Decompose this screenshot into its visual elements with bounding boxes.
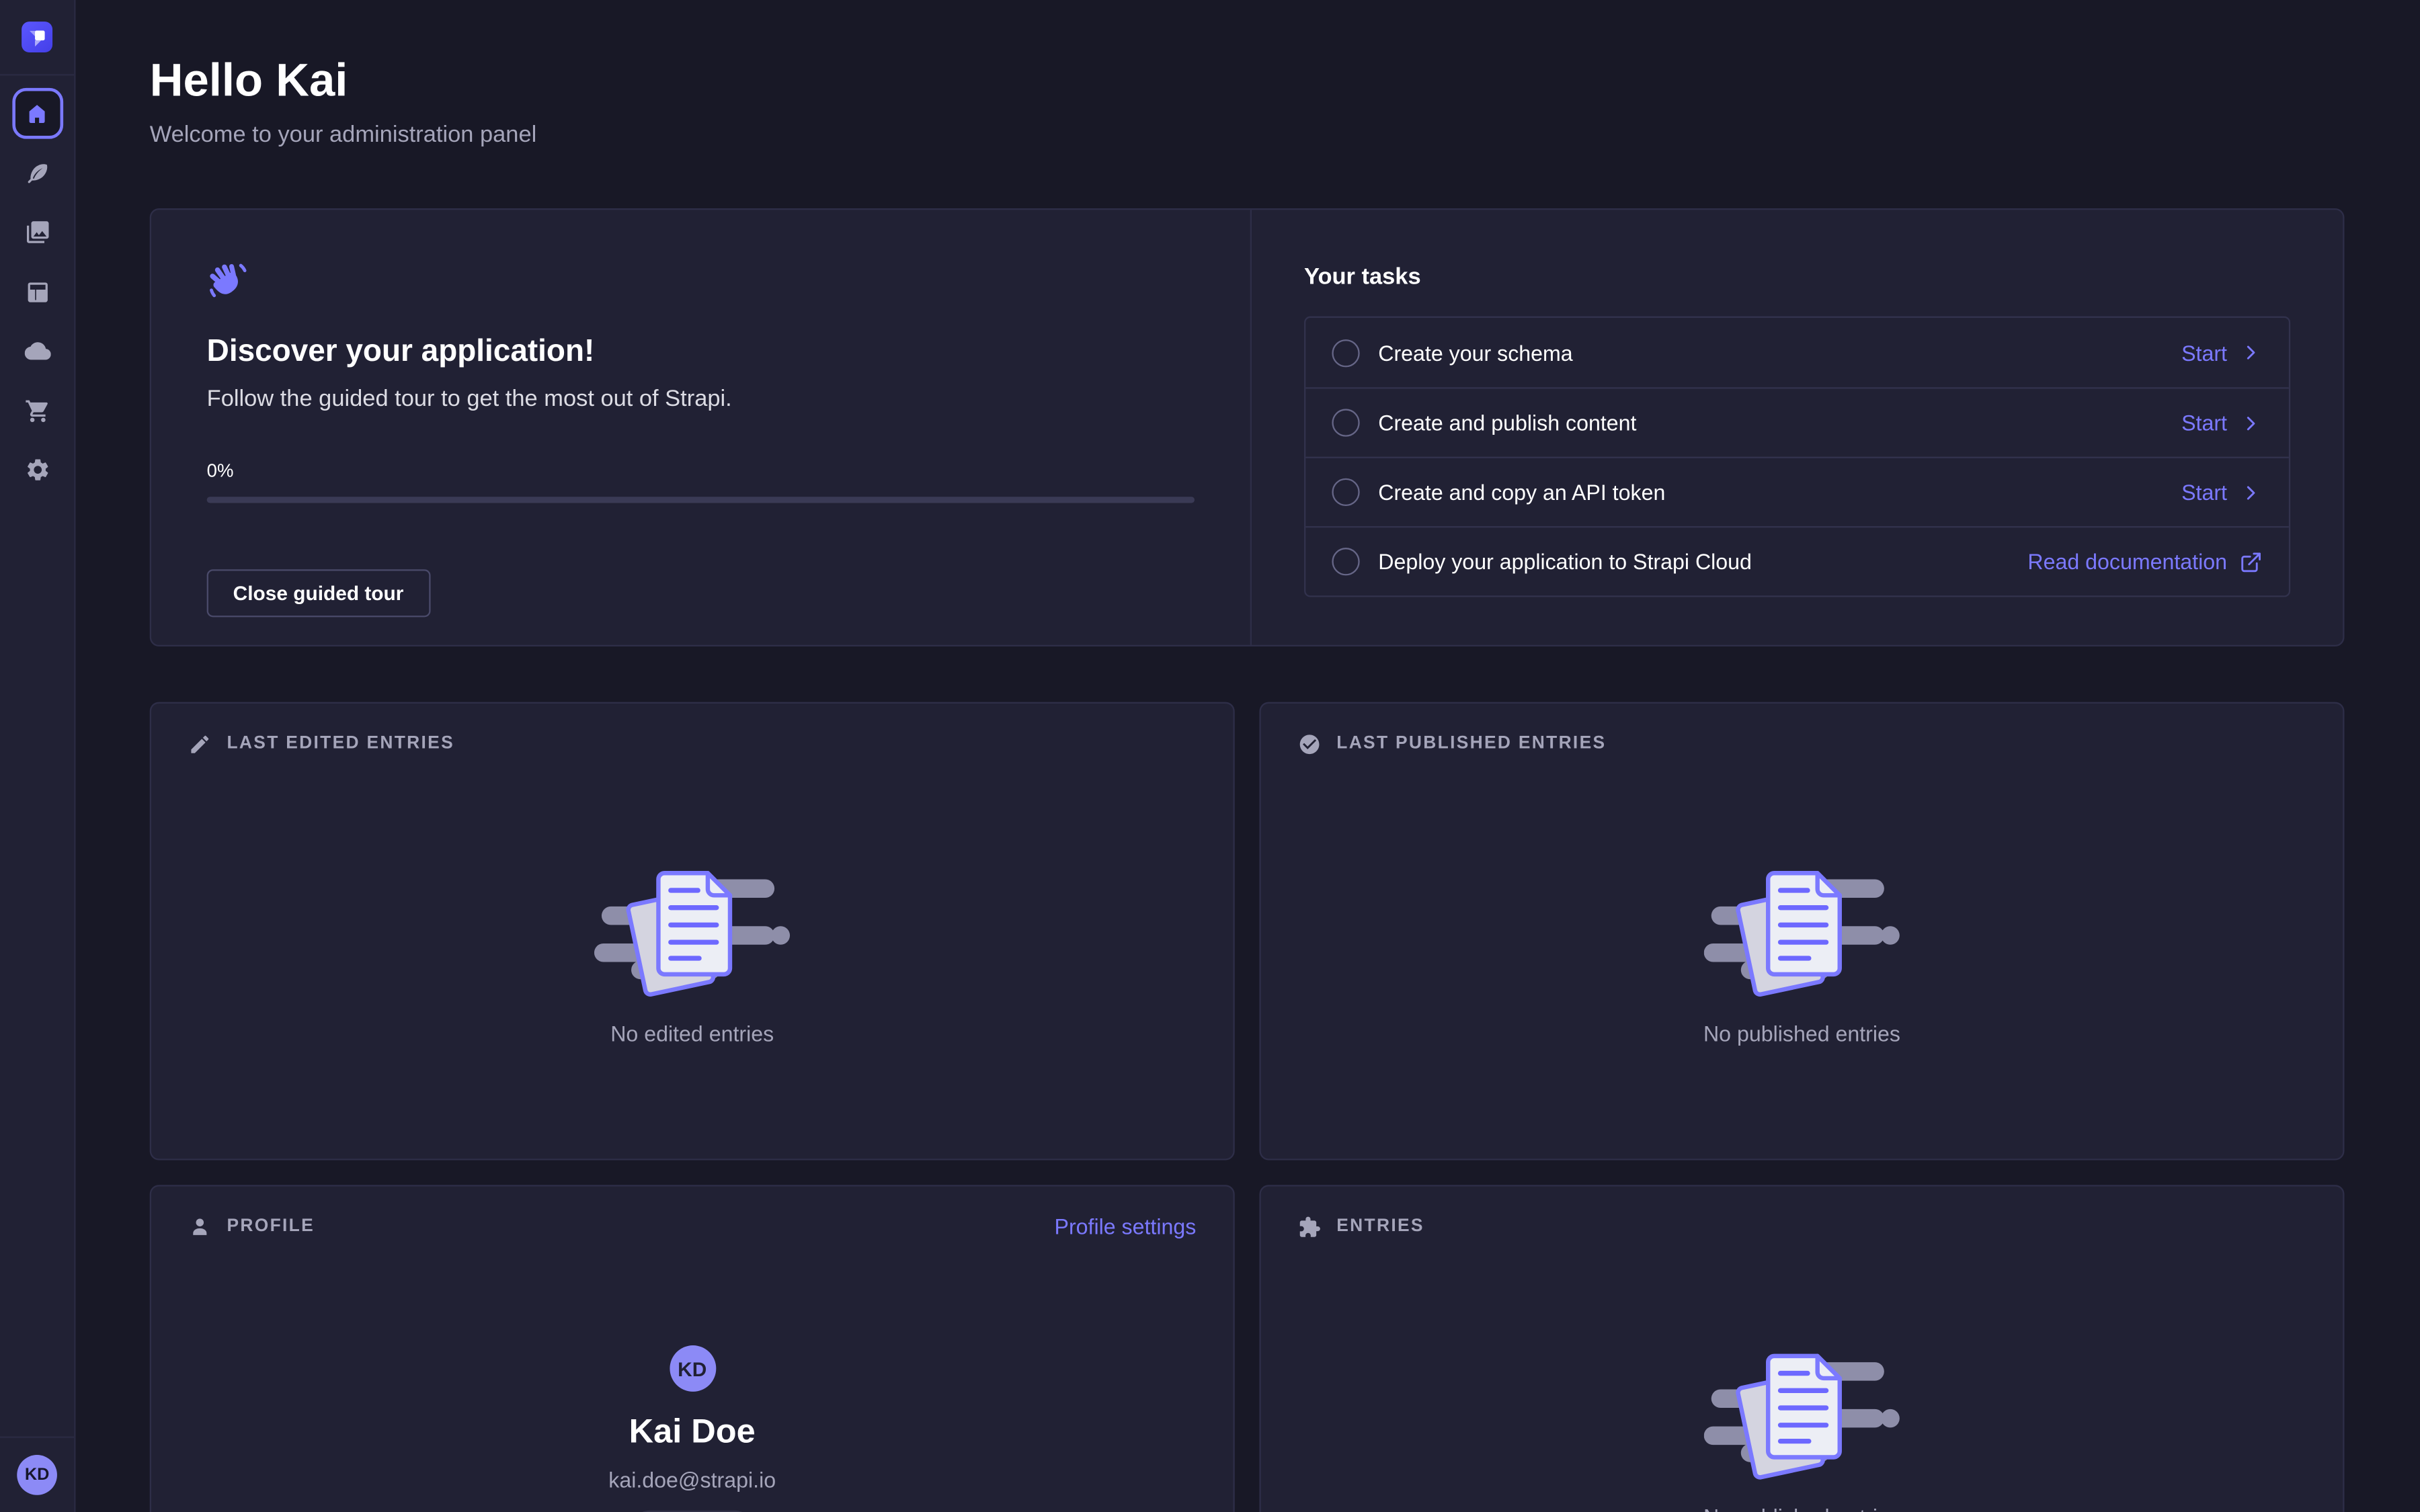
profile-name: Kai Doe xyxy=(188,1412,1196,1452)
cart-icon xyxy=(24,397,50,423)
empty-documents-illustration xyxy=(1703,1339,1901,1489)
media-library-icon xyxy=(24,219,50,245)
profile-email: kai.doe@strapi.io xyxy=(188,1467,1196,1492)
tasks-list: Create your schema Start Create and publ… xyxy=(1304,317,2290,597)
profile-widget: PROFILE Profile settings KD Kai Doe kai.… xyxy=(150,1185,1235,1512)
strapi-logo[interactable] xyxy=(22,22,52,52)
task-read-documentation-link[interactable]: Read documentation xyxy=(2027,549,2262,574)
your-tasks-title: Your tasks xyxy=(1304,264,2290,290)
guided-tour-title: Discover your application! xyxy=(207,335,1195,370)
task-start-link[interactable]: Start xyxy=(2181,411,2263,435)
task-row[interactable]: Create your schema Start xyxy=(1305,318,2289,387)
empty-state: No edited entries xyxy=(188,856,1196,1046)
empty-state-caption: No published entries xyxy=(1298,1505,2306,1512)
profile-body: KD Kai Doe kai.doe@strapi.io xyxy=(188,1345,1196,1512)
task-row[interactable]: Deploy your application to Strapi Cloud … xyxy=(1305,526,2289,595)
sidebar-item-home[interactable] xyxy=(11,88,63,139)
page-title: Hello Kai xyxy=(150,56,2345,108)
task-row[interactable]: Create and publish content Start xyxy=(1305,387,2289,456)
close-guided-tour-button[interactable]: Close guided tour xyxy=(207,569,430,617)
your-tasks-panel: Your tasks Create your schema Start Crea… xyxy=(1252,210,2343,644)
task-action-label: Start xyxy=(2181,411,2227,435)
profile-settings-link[interactable]: Profile settings xyxy=(1055,1214,1197,1239)
sidebar-user-avatar[interactable]: KD xyxy=(17,1455,57,1495)
sidebar-item-content-type-builder[interactable] xyxy=(11,266,63,317)
widget-header: ENTRIES xyxy=(1298,1211,2306,1242)
task-action-label: Read documentation xyxy=(2027,549,2227,574)
guided-tour-panel: Discover your application! Follow the gu… xyxy=(151,210,1250,644)
external-link-icon xyxy=(2239,550,2262,573)
widget-header: PROFILE Profile settings xyxy=(188,1211,1196,1242)
sidebar-item-settings[interactable] xyxy=(11,444,63,495)
puzzle-icon xyxy=(1298,1215,1321,1238)
guided-tour-subtitle: Follow the guided tour to get the most o… xyxy=(207,386,1195,412)
waving-hand-icon xyxy=(207,261,249,302)
task-action-label: Start xyxy=(2181,480,2227,505)
task-label: Create and copy an API token xyxy=(1378,480,2181,505)
strapi-admin-dashboard: KD Hello Kai Welcome to your administrat… xyxy=(0,0,2420,1512)
sidebar-item-content-manager[interactable] xyxy=(11,147,63,198)
widget-title: ENTRIES xyxy=(1336,1217,1424,1236)
sidebar-user-section: KD xyxy=(0,1437,74,1512)
home-icon xyxy=(25,101,50,126)
pencil-icon xyxy=(188,732,211,755)
main-content: Hello Kai Welcome to your administration… xyxy=(76,0,2420,1512)
task-status-circle[interactable] xyxy=(1332,409,1359,436)
widgets-row-2: PROFILE Profile settings KD Kai Doe kai.… xyxy=(150,1185,2345,1512)
widget-title: PROFILE xyxy=(227,1217,315,1236)
task-status-circle[interactable] xyxy=(1332,339,1359,366)
task-label: Deploy your application to Strapi Cloud xyxy=(1378,549,2027,574)
task-row[interactable]: Create and copy an API token Start xyxy=(1305,457,2289,526)
empty-state: No published entries xyxy=(1298,856,2306,1046)
progress-label: 0% xyxy=(207,460,1195,481)
sidebar: KD xyxy=(0,0,76,1512)
task-action-label: Start xyxy=(2181,340,2227,365)
task-start-link[interactable]: Start xyxy=(2181,480,2263,505)
sidebar-item-marketplace[interactable] xyxy=(11,385,63,436)
sidebar-logo-section xyxy=(0,0,74,76)
task-status-circle[interactable] xyxy=(1332,548,1359,575)
chevron-right-icon xyxy=(2239,480,2262,503)
profile-avatar: KD xyxy=(669,1345,715,1392)
task-status-circle[interactable] xyxy=(1332,478,1359,506)
sidebar-item-media-library[interactable] xyxy=(11,207,63,258)
sidebar-item-cloud[interactable] xyxy=(11,325,63,376)
task-label: Create and publish content xyxy=(1378,411,2181,435)
entries-widget: ENTRIES No published entries xyxy=(1259,1185,2344,1512)
user-icon xyxy=(188,1215,211,1238)
task-label: Create your schema xyxy=(1378,340,2181,365)
page-subtitle: Welcome to your administration panel xyxy=(150,122,2345,148)
chevron-right-icon xyxy=(2239,411,2262,434)
chevron-right-icon xyxy=(2239,341,2262,364)
widget-header: LAST PUBLISHED ENTRIES xyxy=(1298,728,2306,759)
widgets-row-1: LAST EDITED ENTRIES No edited entries LA… xyxy=(150,702,2345,1161)
cloud-icon xyxy=(24,338,50,364)
empty-state-caption: No published entries xyxy=(1298,1021,2306,1046)
empty-documents-illustration xyxy=(1703,856,1901,1006)
layout-icon xyxy=(24,278,50,304)
last-published-entries-widget: LAST PUBLISHED ENTRIES No published entr… xyxy=(1259,702,2344,1161)
widget-header: LAST EDITED ENTRIES xyxy=(188,728,1196,759)
gear-icon xyxy=(24,457,50,483)
widget-title: LAST PUBLISHED ENTRIES xyxy=(1336,734,1606,753)
strapi-logo-icon xyxy=(22,22,52,52)
empty-documents-illustration xyxy=(594,856,791,1006)
empty-state: No published entries xyxy=(1298,1339,2306,1512)
last-edited-entries-widget: LAST EDITED ENTRIES No edited entries xyxy=(150,702,1235,1161)
empty-state-caption: No edited entries xyxy=(188,1021,1196,1046)
task-start-link[interactable]: Start xyxy=(2181,340,2263,365)
check-circle-icon xyxy=(1298,732,1321,755)
widget-title: LAST EDITED ENTRIES xyxy=(227,734,455,753)
guided-tour-card: Discover your application! Follow the gu… xyxy=(150,208,2345,646)
progress-bar xyxy=(207,497,1195,503)
feather-icon xyxy=(24,160,50,186)
sidebar-nav xyxy=(0,88,74,495)
